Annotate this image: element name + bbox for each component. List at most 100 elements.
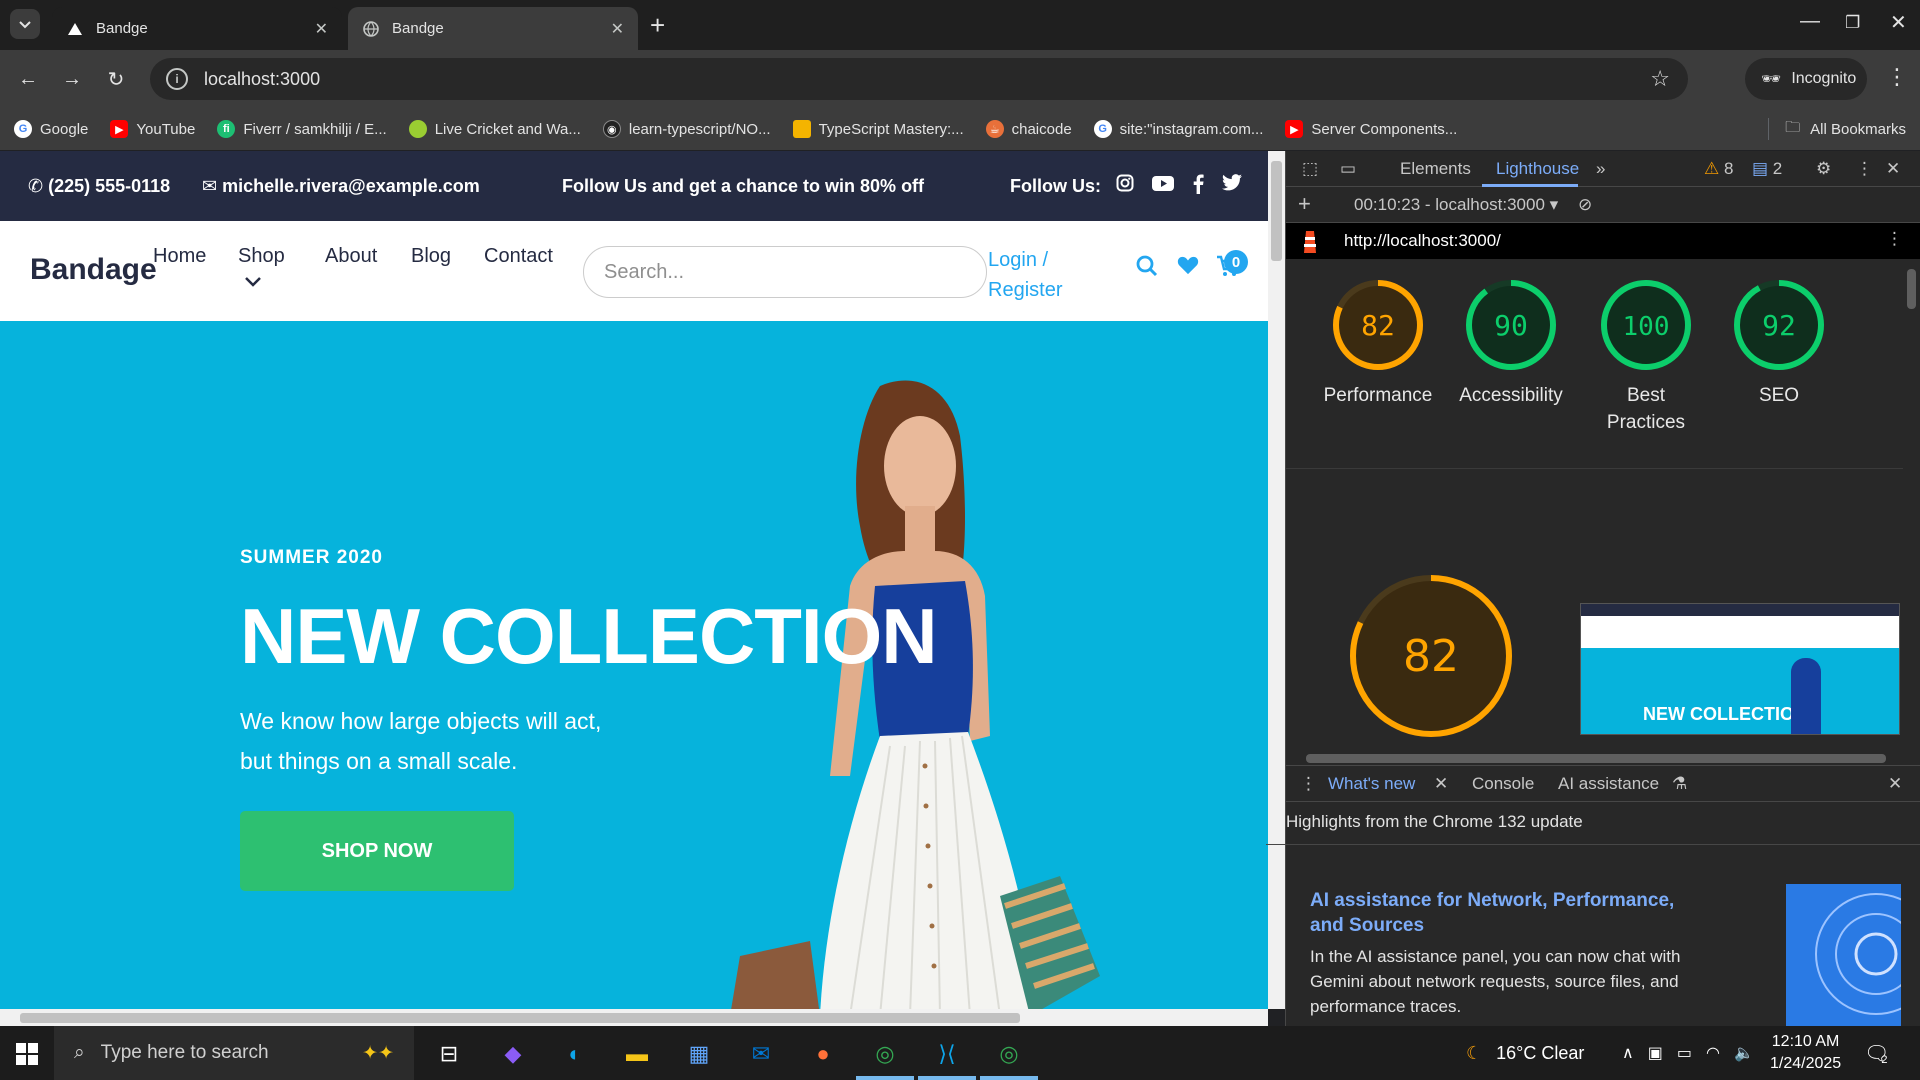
new-tab-button[interactable]: + bbox=[650, 10, 665, 41]
bookmark-youtube[interactable]: ▶ YouTube bbox=[110, 120, 195, 138]
all-bookmarks-button[interactable]: 🗀 All Bookmarks bbox=[1768, 108, 1906, 150]
reload-icon[interactable]: ↻ bbox=[100, 63, 132, 95]
volume-icon[interactable]: 🔈 bbox=[1734, 1043, 1754, 1063]
ai-assistance-title[interactable]: AI assistance for Network, Performance, … bbox=[1310, 888, 1710, 938]
incognito-button[interactable]: 🕶 Incognito bbox=[1745, 58, 1867, 100]
more-tabs-icon[interactable]: » bbox=[1596, 159, 1605, 179]
warning-icon[interactable]: ⚠ 8 bbox=[1704, 159, 1733, 179]
scrollbar-thumb[interactable] bbox=[20, 1013, 1020, 1023]
nav-about[interactable]: About bbox=[325, 245, 377, 268]
chevron-up-icon[interactable]: ∧ bbox=[1622, 1043, 1634, 1063]
bookmark-fiverr[interactable]: fi Fiverr / samkhilji / E... bbox=[217, 120, 387, 138]
notification-center-icon[interactable]: 🗨 2 bbox=[1864, 1026, 1889, 1080]
back-arrow-icon[interactable]: ← bbox=[12, 63, 44, 95]
clock[interactable]: 12:10 AM 1/24/2025 bbox=[1770, 1031, 1841, 1075]
system-tray[interactable]: ∧ ▣ ▭ ◠ 🔈 bbox=[1622, 1026, 1754, 1080]
devtools-horizontal-scrollbar[interactable] bbox=[1286, 751, 1906, 765]
close-devtools-icon[interactable]: ✕ bbox=[1886, 159, 1900, 179]
bookmark-google[interactable]: G Google bbox=[14, 120, 88, 138]
nav-home[interactable]: Home bbox=[153, 245, 206, 268]
tab-lighthouse[interactable]: Lighthouse bbox=[1496, 159, 1579, 179]
phone-contact[interactable]: ✆ (225) 555-0118 bbox=[28, 176, 170, 197]
close-tab-icon[interactable]: ✕ bbox=[315, 19, 328, 39]
gauge-seo[interactable]: 92 SEO bbox=[1719, 277, 1839, 409]
nav-shop[interactable]: Shop bbox=[238, 245, 285, 293]
gauge-accessibility[interactable]: 90 Accessibility bbox=[1451, 277, 1571, 409]
tab-whats-new[interactable]: What's new bbox=[1328, 774, 1415, 794]
edge-icon[interactable]: ◐ bbox=[556, 1035, 594, 1073]
new-report-icon[interactable]: + bbox=[1298, 191, 1311, 217]
firefox-icon[interactable]: ● bbox=[804, 1035, 842, 1073]
site-info-icon[interactable]: i bbox=[166, 68, 188, 90]
bookmark-server-components[interactable]: ▶ Server Components... bbox=[1285, 120, 1457, 138]
battery-icon[interactable]: ▭ bbox=[1677, 1043, 1692, 1063]
bookmark-instagram-search[interactable]: Gsite:"instagram.com... bbox=[1093, 120, 1263, 138]
bookmark-typescript-mastery[interactable]: TypeScript Mastery:... bbox=[792, 120, 964, 138]
hero-season: SUMMER 2020 bbox=[240, 547, 383, 568]
gauge-performance[interactable]: 82 Performance bbox=[1318, 277, 1438, 409]
weather-widget[interactable]: ☾ 16°C Clear bbox=[1466, 1026, 1584, 1080]
shop-now-button[interactable]: SHOP NOW bbox=[240, 811, 514, 891]
gauge-best-practices[interactable]: 100 Best Practices bbox=[1586, 277, 1706, 436]
instagram-icon[interactable] bbox=[1116, 174, 1134, 197]
search-icon[interactable] bbox=[1136, 255, 1158, 283]
chrome-icon[interactable]: ◎ bbox=[866, 1035, 904, 1073]
twitter-icon[interactable] bbox=[1222, 174, 1242, 196]
task-view-icon[interactable]: ⊟ bbox=[430, 1035, 468, 1073]
browser-menu-icon[interactable]: ⋮ bbox=[1886, 64, 1908, 90]
minimize-icon[interactable]: — bbox=[1800, 10, 1820, 33]
message-icon[interactable]: ▤ 2 bbox=[1752, 159, 1782, 179]
url-text[interactable]: localhost:3000 bbox=[204, 69, 1650, 90]
page-vertical-scrollbar[interactable] bbox=[1268, 151, 1285, 1009]
outlook-icon[interactable]: ✉ bbox=[742, 1035, 780, 1073]
tab-search-button[interactable] bbox=[10, 9, 40, 39]
report-url[interactable]: http://localhost:3000/ bbox=[1344, 231, 1501, 251]
close-tab-icon[interactable]: ✕ bbox=[611, 19, 624, 39]
taskbar-search-input[interactable]: ⌕ Type here to search ✦✦ bbox=[54, 1026, 414, 1080]
store-icon[interactable]: ▦ bbox=[680, 1035, 718, 1073]
vscode-icon[interactable]: ⟩⟨ bbox=[928, 1035, 966, 1073]
tab-bandge-1[interactable]: Bandge ✕ bbox=[52, 7, 342, 50]
report-menu-icon[interactable]: ⋮ bbox=[1886, 229, 1903, 249]
tab-ai-assistance[interactable]: AI assistance bbox=[1558, 774, 1659, 794]
tab-bandge-2[interactable]: Bandge ✕ bbox=[348, 7, 638, 50]
copilot-icon[interactable]: ◆ bbox=[494, 1035, 532, 1073]
restore-icon[interactable]: ❐ bbox=[1845, 13, 1860, 33]
device-toolbar-icon[interactable]: ▭ bbox=[1340, 159, 1356, 179]
wifi-icon[interactable]: ◠ bbox=[1706, 1043, 1720, 1063]
scrollbar-thumb[interactable] bbox=[1271, 161, 1282, 261]
close-tab-icon[interactable]: ✕ bbox=[1434, 774, 1448, 794]
address-bar[interactable]: i localhost:3000 ☆ bbox=[150, 58, 1688, 100]
bookmark-cricket[interactable]: Live Cricket and Wa... bbox=[408, 120, 581, 138]
forward-arrow-icon[interactable]: → bbox=[56, 63, 88, 95]
youtube-icon[interactable] bbox=[1152, 174, 1174, 197]
bookmark-star-icon[interactable]: ☆ bbox=[1650, 66, 1670, 92]
email-contact[interactable]: ✉ michelle.rivera@example.com bbox=[202, 176, 480, 197]
drawer-menu-icon[interactable]: ⋮ bbox=[1300, 774, 1317, 794]
windows-start-icon[interactable] bbox=[8, 1035, 46, 1073]
login-register-link[interactable]: Login / Register bbox=[988, 245, 1062, 305]
nav-contact[interactable]: Contact bbox=[484, 245, 553, 268]
meet-icon[interactable]: ▣ bbox=[1648, 1043, 1663, 1063]
clear-reports-icon[interactable]: ⊘ bbox=[1578, 195, 1592, 215]
report-selector[interactable]: 00:10:23 - localhost:3000 ▾ bbox=[1354, 195, 1558, 215]
close-window-icon[interactable]: ✕ bbox=[1890, 10, 1907, 35]
page-horizontal-scrollbar[interactable] bbox=[0, 1009, 1268, 1026]
tab-elements[interactable]: Elements bbox=[1400, 159, 1471, 179]
inspect-element-icon[interactable]: ⬚ bbox=[1302, 159, 1318, 179]
site-search-input[interactable]: Search... bbox=[583, 246, 987, 298]
close-drawer-icon[interactable]: ✕ bbox=[1888, 774, 1902, 794]
facebook-icon[interactable] bbox=[1192, 174, 1204, 199]
nav-blog[interactable]: Blog bbox=[411, 245, 451, 268]
file-explorer-icon[interactable]: ▬ bbox=[618, 1035, 656, 1073]
devtools-vertical-scrollbar[interactable] bbox=[1903, 259, 1920, 764]
tab-console[interactable]: Console bbox=[1472, 774, 1534, 794]
page-screenshot-thumbnail[interactable]: NEW COLLECTION bbox=[1580, 603, 1900, 735]
heart-icon[interactable] bbox=[1177, 255, 1199, 281]
devtools-menu-icon[interactable]: ⋮ bbox=[1856, 159, 1873, 179]
chrome-profile-icon[interactable]: ◎ bbox=[990, 1035, 1028, 1073]
bookmark-learn-typescript[interactable]: ◉ learn-typescript/NO... bbox=[602, 120, 771, 138]
brand-logo[interactable]: Bandage bbox=[30, 253, 157, 287]
bookmark-chaicode[interactable]: ☕ chaicode bbox=[985, 120, 1072, 138]
settings-gear-icon[interactable]: ⚙ bbox=[1816, 159, 1831, 179]
